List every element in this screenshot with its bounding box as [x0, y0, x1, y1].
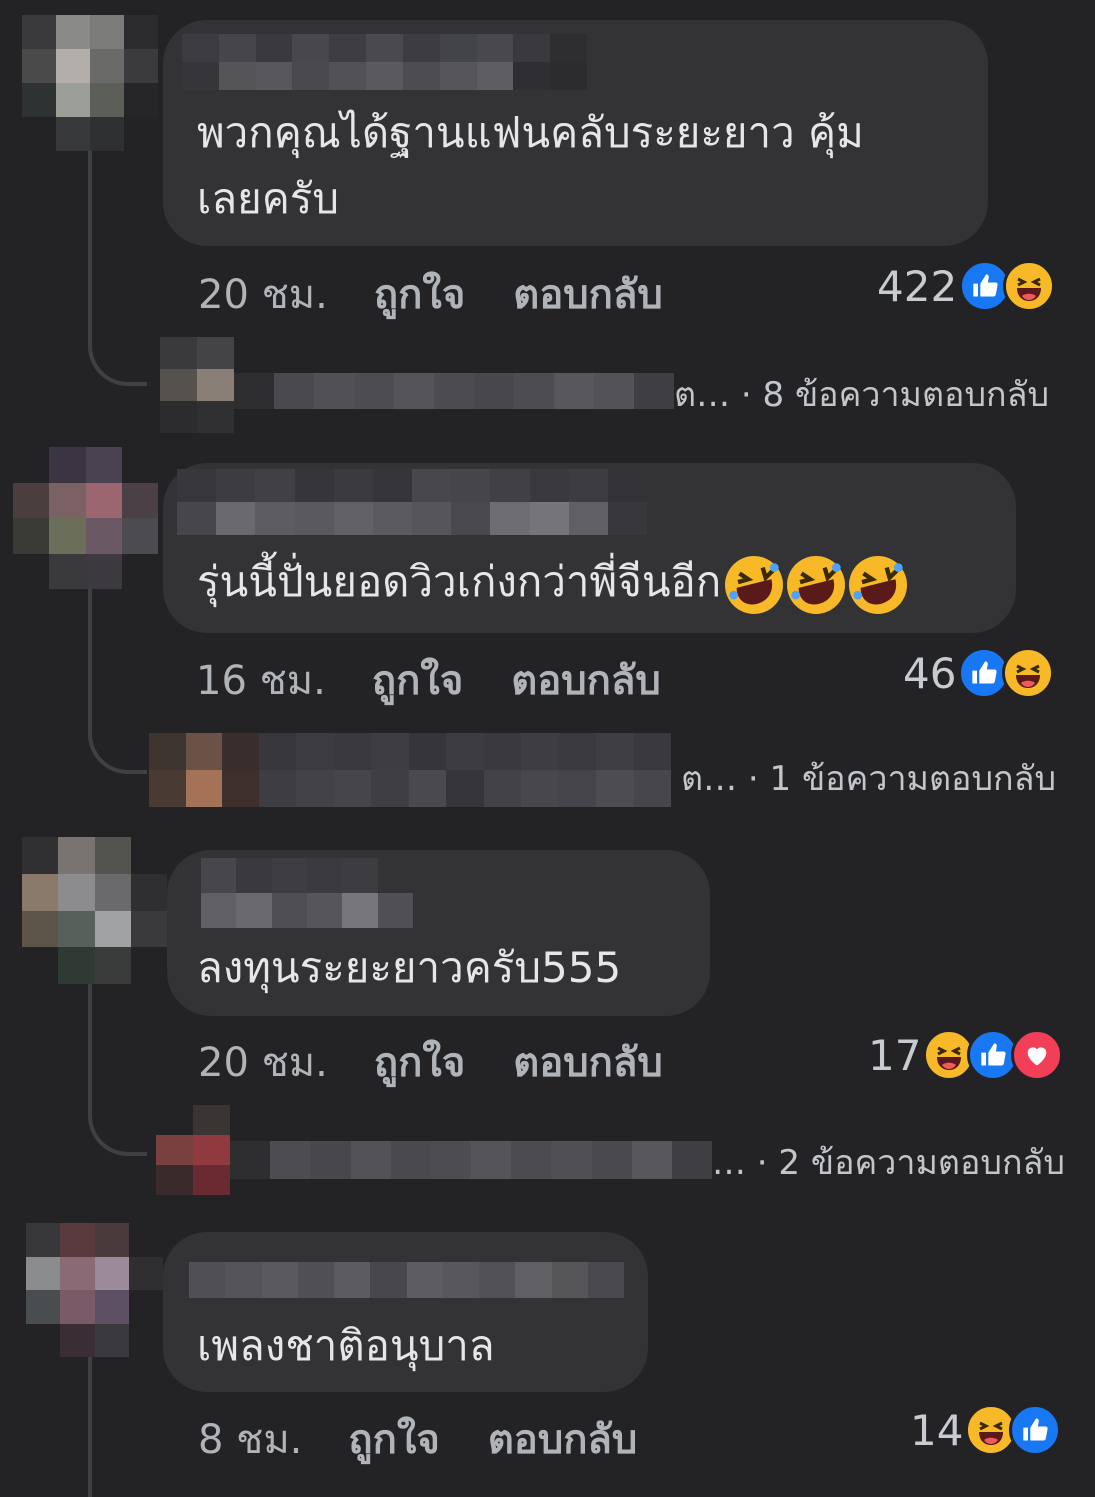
comment-actions: 8 ชม. ถูกใจ ตอบกลับ	[198, 1407, 685, 1471]
thread-connector	[88, 688, 147, 774]
thread-line	[88, 1357, 92, 1497]
reply-avatar-blurred	[149, 733, 259, 807]
comment-timestamp[interactable]: 8 ชม.	[198, 1407, 302, 1471]
haha-icon	[1002, 647, 1055, 699]
replies-preview-text[interactable]: ต… · 1 ข้อความตอบกลับ	[681, 751, 1056, 805]
replies-preview-text[interactable]: ต… · 8 ข้อความตอบกลับ	[674, 367, 1049, 421]
comment-text-body: รุ่นนี้ปั่นยอดวิวเก่งกว่าพี่จีนอีก	[197, 557, 722, 606]
like-action[interactable]: ถูกใจ	[374, 262, 465, 326]
commenter-name-blurred[interactable]	[189, 1262, 624, 1298]
thread-connector	[88, 300, 147, 386]
reaction-summary[interactable]: 46	[903, 647, 1055, 699]
reaction-count: 17	[868, 1030, 922, 1080]
replies-preview-row[interactable]: ต… · 1 ข้อความตอบกลับ	[149, 733, 1061, 807]
rofl-emoji	[787, 555, 846, 614]
reaction-summary[interactable]: 14	[910, 1404, 1062, 1456]
thread-line	[88, 589, 92, 699]
reaction-count: 46	[903, 648, 957, 698]
avatar[interactable]	[26, 1223, 163, 1357]
like-action[interactable]: ถูกใจ	[348, 1407, 439, 1471]
comment-text: พวกคุณได้ฐานแฟนคลับระยะยาว คุ้ม เลยครับ	[197, 108, 864, 223]
replies-preview-text[interactable]: … · 2 ข้อความตอบกลับ	[712, 1135, 1065, 1189]
comment-text: ลงทุนระยะยาวครับ555	[197, 943, 622, 992]
rofl-emoji	[725, 555, 784, 614]
rofl-emoji	[849, 555, 908, 614]
comment-actions: 20 ชม. ถูกใจ ตอบกลับ	[198, 262, 711, 326]
reply-avatar-blurred	[160, 337, 234, 433]
like-action[interactable]: ถูกใจ	[374, 1030, 465, 1094]
reaction-summary[interactable]: 17	[868, 1029, 1064, 1081]
replies-preview-row[interactable]: … · 2 ข้อความตอบกลับ	[156, 1105, 1065, 1195]
reply-author-blurred	[234, 373, 674, 409]
reaction-count: 14	[910, 1405, 964, 1455]
avatar[interactable]	[13, 447, 158, 589]
reply-action[interactable]: ตอบกลับ	[488, 1407, 638, 1471]
comment-timestamp[interactable]: 20 ชม.	[198, 262, 328, 326]
comment-actions: 20 ชม. ถูกใจ ตอบกลับ	[198, 1030, 711, 1094]
replies-preview-row[interactable]: ต… · 8 ข้อความตอบกลับ	[160, 337, 1060, 433]
reply-action[interactable]: ตอบกลับ	[513, 262, 663, 326]
reply-action[interactable]: ตอบกลับ	[511, 648, 661, 712]
like-action[interactable]: ถูกใจ	[372, 648, 463, 712]
reply-avatar-blurred	[156, 1105, 230, 1195]
commenter-name-blurred[interactable]	[177, 469, 647, 535]
comment-text: รุ่นนี้ปั่นยอดวิวเก่งกว่าพี่จีนอีก	[197, 549, 908, 615]
love-icon	[1011, 1029, 1064, 1081]
avatar[interactable]	[22, 837, 167, 984]
commenter-name-blurred[interactable]	[201, 858, 413, 928]
comment-text: เพลงชาติอนุบาล	[197, 1321, 495, 1370]
reaction-summary[interactable]: 422	[877, 260, 1056, 312]
avatar[interactable]	[22, 15, 158, 151]
reply-action[interactable]: ตอบกลับ	[513, 1030, 663, 1094]
comment-timestamp[interactable]: 16 ชม.	[196, 648, 326, 712]
haha-icon	[1003, 260, 1056, 312]
comment-actions: 16 ชม. ถูกใจ ตอบกลับ	[196, 648, 709, 712]
thread-line	[88, 984, 92, 1074]
reply-author-blurred	[230, 1141, 712, 1179]
reply-author-blurred	[259, 733, 671, 807]
reaction-count: 422	[877, 261, 958, 311]
like-icon	[1009, 1404, 1062, 1456]
comment-timestamp[interactable]: 20 ชม.	[198, 1030, 328, 1094]
commenter-name-blurred[interactable]	[182, 34, 587, 90]
thread-line	[88, 151, 92, 311]
thread-connector	[88, 1064, 147, 1156]
